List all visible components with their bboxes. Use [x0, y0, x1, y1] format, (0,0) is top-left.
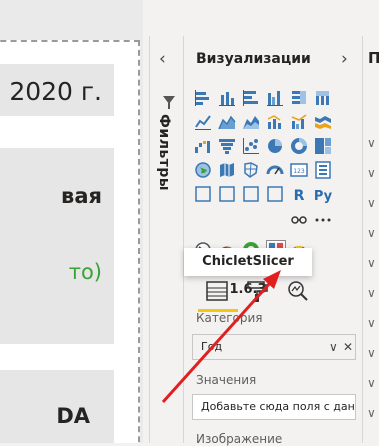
card-year-text: а 2020 г. [0, 77, 102, 106]
chevron-down-icon[interactable]: ∨ [367, 196, 376, 210]
chevron-down-icon[interactable]: ∨ [367, 286, 376, 300]
card-icon[interactable]: 123 [290, 161, 308, 179]
visualizations-pane: Визуализации › 123 R Py ChicletSlicer 1.… [183, 36, 362, 446]
fields-tab-icon[interactable] [204, 278, 230, 304]
multi-row-card-icon[interactable] [314, 161, 332, 179]
r-visual-icon[interactable]: R [290, 185, 308, 203]
clustered-bar-chart-icon[interactable] [242, 89, 260, 107]
slicer-icon[interactable] [218, 185, 236, 203]
card-bottom[interactable]: DA [0, 370, 114, 443]
clustered-column-chart-icon[interactable] [266, 89, 284, 107]
pane-topbar [149, 0, 379, 37]
remove-field-icon[interactable]: ✕ [343, 335, 353, 359]
filled-map-icon[interactable] [218, 161, 236, 179]
chevron-down-icon[interactable]: ∨ [367, 316, 376, 330]
svg-text:123: 123 [293, 168, 305, 175]
scatter-chart-icon[interactable] [242, 137, 260, 155]
pie-chart-icon[interactable] [266, 137, 284, 155]
line-and-column-chart-icon[interactable] [266, 113, 284, 131]
chevron-down-icon[interactable]: ∨ [367, 226, 376, 240]
matrix-icon[interactable] [266, 185, 284, 203]
chevron-down-icon[interactable]: ∨ [367, 166, 376, 180]
python-visual-icon[interactable]: Py [312, 185, 334, 203]
shape-map-icon[interactable] [242, 161, 260, 179]
stacked-column-chart-icon[interactable] [218, 89, 236, 107]
table-icon[interactable] [242, 185, 260, 203]
map-globe-icon[interactable] [194, 161, 212, 179]
area-chart-icon[interactable] [218, 113, 236, 131]
stacked-bar-chart-icon[interactable] [194, 89, 212, 107]
100-stacked-column-chart-icon[interactable] [314, 89, 332, 107]
waterfall-chart-icon[interactable] [194, 137, 212, 155]
card-year[interactable]: а 2020 г. [0, 64, 114, 116]
analytics-magnifier-icon[interactable] [284, 278, 310, 304]
chevron-down-icon[interactable]: ∨ [367, 256, 376, 270]
image-label: Изображение [196, 432, 283, 446]
line-chart-icon[interactable] [194, 113, 212, 131]
svg-text:R: R [294, 188, 305, 203]
chevron-down-icon[interactable]: ∨ [367, 406, 376, 420]
donut-chart-icon[interactable] [290, 137, 308, 155]
filter-funnel-icon [163, 96, 175, 109]
gauge-icon[interactable] [266, 161, 284, 179]
chevron-down-icon[interactable]: ∨ [329, 335, 338, 359]
filters-pane-label[interactable]: Фильтры [156, 114, 172, 191]
more-visuals-icon[interactable] [314, 209, 332, 227]
card-kpi-title: вая [61, 184, 102, 208]
filters-pane[interactable]: ‹ Фильтры [149, 36, 183, 443]
category-field-value: Год [201, 340, 223, 353]
fields-pane-title: П [368, 49, 379, 67]
values-label: Значения [196, 373, 257, 387]
card-bottom-title: DA [56, 404, 90, 428]
line-and-clustered-column-icon[interactable] [290, 113, 308, 131]
funnel-chart-icon[interactable] [218, 137, 236, 155]
category-field-well[interactable]: Год ∨ ✕ [192, 334, 356, 360]
report-canvas: а 2020 г. вая то) DA [0, 0, 143, 443]
category-label: Категория [196, 311, 263, 325]
chevron-right-icon[interactable]: › [341, 49, 348, 69]
format-paintroller-icon[interactable] [244, 278, 270, 304]
100-stacked-bar-chart-icon[interactable] [290, 89, 308, 107]
card-kpi[interactable]: вая то) [0, 148, 114, 344]
chevron-down-icon[interactable]: ∨ [367, 136, 376, 150]
stacked-area-chart-icon[interactable] [242, 113, 260, 131]
treemap-icon[interactable] [314, 137, 332, 155]
key-influencers-icon[interactable] [290, 209, 308, 227]
values-placeholder: Добавьте сюда поля с дан... [201, 400, 356, 413]
chiclet-slicer-tooltip: ChicletSlicer 1.6.3 [184, 248, 312, 297]
fields-pane: П ∨ ∨ ∨ ∨ ∨ ∨ ∨ ∨ ∨ ∨ [362, 36, 379, 443]
kpi-icon[interactable] [194, 185, 212, 203]
visualizations-header: Визуализации [196, 51, 311, 67]
card-kpi-value: то) [68, 260, 102, 284]
ribbon-chart-icon[interactable] [314, 113, 332, 131]
chevron-left-icon[interactable]: ‹ [159, 49, 166, 69]
chevron-down-icon[interactable]: ∨ [367, 376, 376, 390]
values-field-well[interactable]: Добавьте сюда поля с дан... [192, 394, 356, 420]
chevron-down-icon[interactable]: ∨ [367, 346, 376, 360]
svg-text:Py: Py [314, 189, 333, 203]
